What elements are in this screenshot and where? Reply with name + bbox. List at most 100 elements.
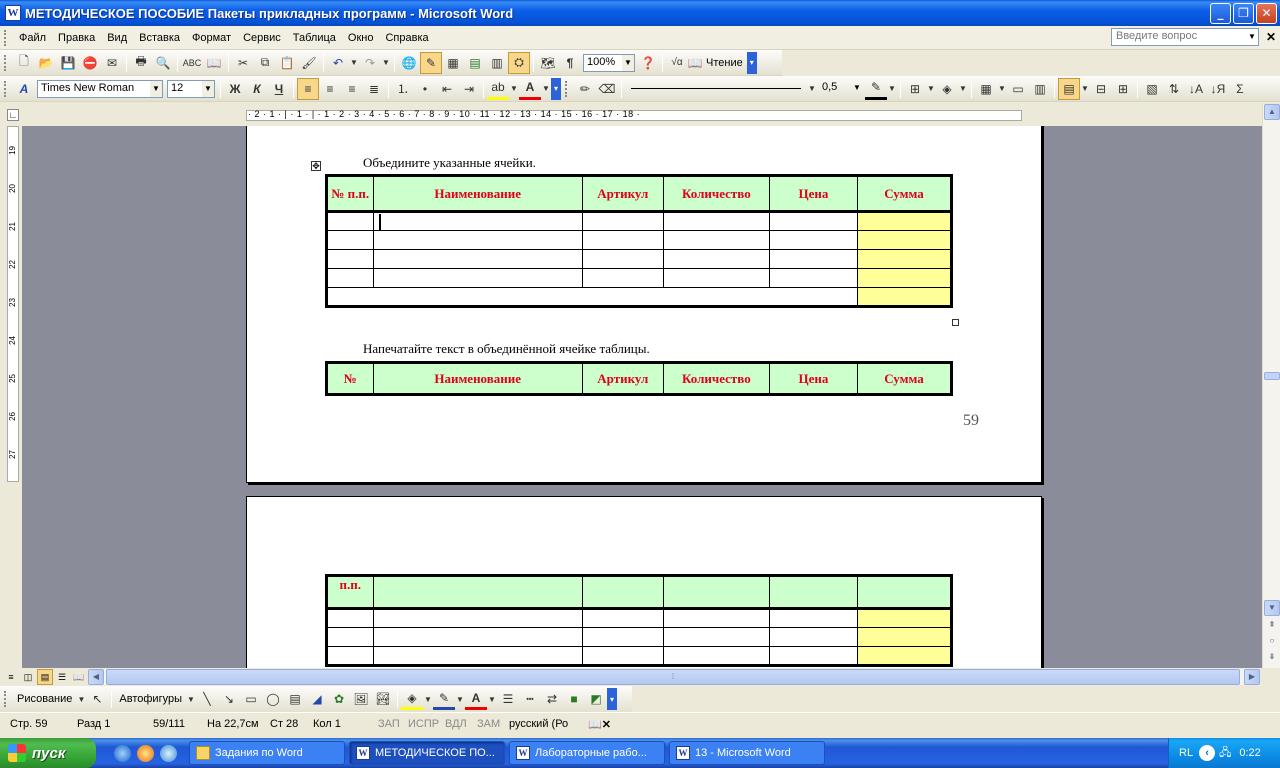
format-painter-icon[interactable]: 🖌 — [298, 52, 320, 74]
table-row[interactable] — [326, 268, 953, 288]
status-section[interactable]: Разд 1 — [77, 718, 110, 730]
close-button[interactable]: ✕ — [1256, 3, 1277, 24]
font-size-combo[interactable]: 12 ▼ — [167, 79, 215, 98]
font-name-combo[interactable]: Times New Roman ▼ — [37, 79, 163, 98]
media-player-icon[interactable] — [160, 744, 177, 762]
arrow-icon[interactable]: ↘ — [218, 688, 240, 710]
spelling-icon[interactable]: ABC — [181, 52, 203, 74]
help-icon[interactable]: ❓ — [637, 52, 659, 74]
save-icon[interactable]: 💾 — [57, 52, 79, 74]
chevron-down-icon[interactable]: ▼ — [487, 688, 497, 710]
toolbar-options-icon[interactable]: ▾ — [551, 77, 561, 100]
header-cell[interactable]: Сумма — [856, 362, 953, 395]
header-cell[interactable]: Сумма — [856, 175, 953, 212]
status-position[interactable]: На 22,7см — [207, 718, 259, 730]
header-cell[interactable]: Артикул — [581, 175, 664, 212]
open-folder-icon[interactable]: 📂 — [35, 52, 57, 74]
chevron-down-icon[interactable]: ▼ — [202, 80, 214, 97]
font-color-icon[interactable]: A — [519, 78, 541, 100]
status-record[interactable]: ЗАП — [378, 718, 400, 730]
header-cell[interactable] — [856, 575, 953, 609]
fill-color-icon[interactable]: ◈ — [401, 688, 423, 710]
undo-icon[interactable]: ↶ — [327, 52, 349, 74]
table-row[interactable] — [326, 627, 953, 647]
title-bar[interactable]: W МЕТОДИЧЕСКОЕ ПОСОБИЕ Пакеты прикладных… — [0, 0, 1280, 26]
justify-icon[interactable]: ≣ — [363, 78, 385, 100]
page[interactable]: п.п. — [246, 496, 1042, 668]
chevron-down-icon[interactable]: ▼ — [851, 80, 863, 96]
header-cell[interactable]: п.п. — [326, 575, 374, 609]
table-row[interactable] — [326, 230, 953, 250]
status-column[interactable]: Кол 1 — [313, 718, 341, 730]
equation-icon[interactable]: √α — [666, 52, 688, 74]
chevron-down-icon[interactable]: ▼ — [926, 78, 936, 100]
drawing-icon[interactable]: ⛭ — [508, 51, 530, 74]
table-type-text[interactable]: № Наименование Артикул Количество Цена С… — [325, 361, 953, 396]
print-icon[interactable]: 🖶 — [130, 52, 152, 74]
table-next-page[interactable]: п.п. — [325, 574, 953, 667]
bold-button[interactable]: Ж — [224, 78, 246, 100]
dash-style-icon[interactable]: ┅ — [519, 688, 541, 710]
menu-format[interactable]: Формат — [186, 28, 237, 48]
table-row[interactable] — [326, 287, 953, 307]
taskbar-button[interactable]: W МЕТОДИЧЕСКОЕ ПО... — [349, 741, 505, 765]
status-language[interactable]: русский (Ро — [509, 718, 568, 730]
line-icon[interactable]: ╲ — [196, 688, 218, 710]
text-direction-icon[interactable]: ⇅ — [1163, 78, 1185, 100]
scroll-right-icon[interactable]: ▶ — [1244, 669, 1260, 685]
cut-icon[interactable]: ✂ — [232, 52, 254, 74]
reading-button[interactable]: Чтение — [706, 57, 743, 69]
autosum-icon[interactable]: Σ — [1229, 78, 1251, 100]
shading-icon[interactable]: ◈ — [936, 78, 958, 100]
select-objects-icon[interactable]: ↖ — [86, 688, 108, 710]
previous-page-icon[interactable]: ⇞ — [1264, 618, 1280, 634]
zoom-combo[interactable]: 100% ▼ — [583, 53, 635, 72]
table-move-handle-icon[interactable]: ✥ — [311, 161, 321, 171]
table-row[interactable] — [326, 608, 953, 628]
document-area[interactable]: ✥ Объедините указанные ячейки. № п.п. На… — [22, 126, 1262, 668]
header-cell[interactable]: № — [326, 362, 374, 395]
chevron-down-icon[interactable]: ▼ — [958, 78, 968, 100]
header-cell[interactable] — [662, 575, 770, 609]
align-left-icon[interactable]: ≡ — [297, 77, 319, 100]
page[interactable]: ✥ Объедините указанные ячейки. № п.п. На… — [246, 126, 1042, 483]
status-pages[interactable]: 59/111 — [153, 718, 185, 730]
tables-borders-icon[interactable]: ✎ — [420, 51, 442, 74]
taskbar-button[interactable]: W Лабораторные рабо... — [509, 741, 665, 765]
header-cell[interactable]: Наименование — [372, 175, 583, 212]
clipart-icon[interactable]: 🖼 — [350, 688, 372, 710]
status-track-changes[interactable]: ИСПР — [408, 718, 439, 730]
toolbar-grip[interactable] — [4, 80, 7, 97]
increase-indent-icon[interactable]: ⇥ — [458, 78, 480, 100]
print-layout-icon[interactable]: ▤ — [37, 669, 53, 685]
scroll-thumb[interactable] — [1264, 372, 1280, 380]
text-box-icon[interactable]: ▤ — [284, 688, 306, 710]
numbering-icon[interactable]: ⒈ — [392, 78, 414, 100]
border-color-icon[interactable]: ✎ — [865, 78, 887, 100]
web-view-icon[interactable]: ◫ — [20, 669, 36, 685]
word-app-icon[interactable]: W — [5, 5, 21, 21]
chevron-down-icon[interactable]: ▼ — [455, 688, 465, 710]
font-color-icon[interactable]: A — [465, 688, 487, 710]
header-cell[interactable]: Цена — [768, 175, 858, 212]
spelling-status-icon[interactable]: 📖✕ — [588, 718, 611, 731]
undo-dropdown-icon[interactable]: ▼ — [349, 52, 359, 74]
clock[interactable]: 0:22 — [1239, 747, 1260, 759]
toolbar-grip[interactable] — [4, 691, 7, 707]
paste-icon[interactable]: 📋 — [276, 52, 298, 74]
header-cell[interactable]: Количество — [662, 175, 770, 212]
taskbar-button[interactable]: Задания по Word — [189, 741, 345, 765]
wordart-icon[interactable]: ◢ — [306, 688, 328, 710]
outline-view-icon[interactable]: ☰ — [54, 669, 70, 685]
arrow-style-icon[interactable]: ⇄ — [541, 688, 563, 710]
toolbar-grip[interactable] — [565, 80, 568, 97]
network-icon[interactable]: 🖧 — [1219, 744, 1231, 763]
menu-insert[interactable]: Вставка — [133, 28, 186, 48]
drawing-menu-button[interactable]: Рисование — [17, 693, 72, 705]
table-row[interactable] — [326, 646, 953, 666]
reading-icon[interactable]: 📖 — [688, 52, 703, 74]
header-cell[interactable] — [581, 575, 664, 609]
print-preview-icon[interactable]: 🔍 — [152, 52, 174, 74]
toolbar-grip[interactable] — [4, 54, 7, 71]
picture-icon[interactable]: 🏞 — [372, 688, 394, 710]
